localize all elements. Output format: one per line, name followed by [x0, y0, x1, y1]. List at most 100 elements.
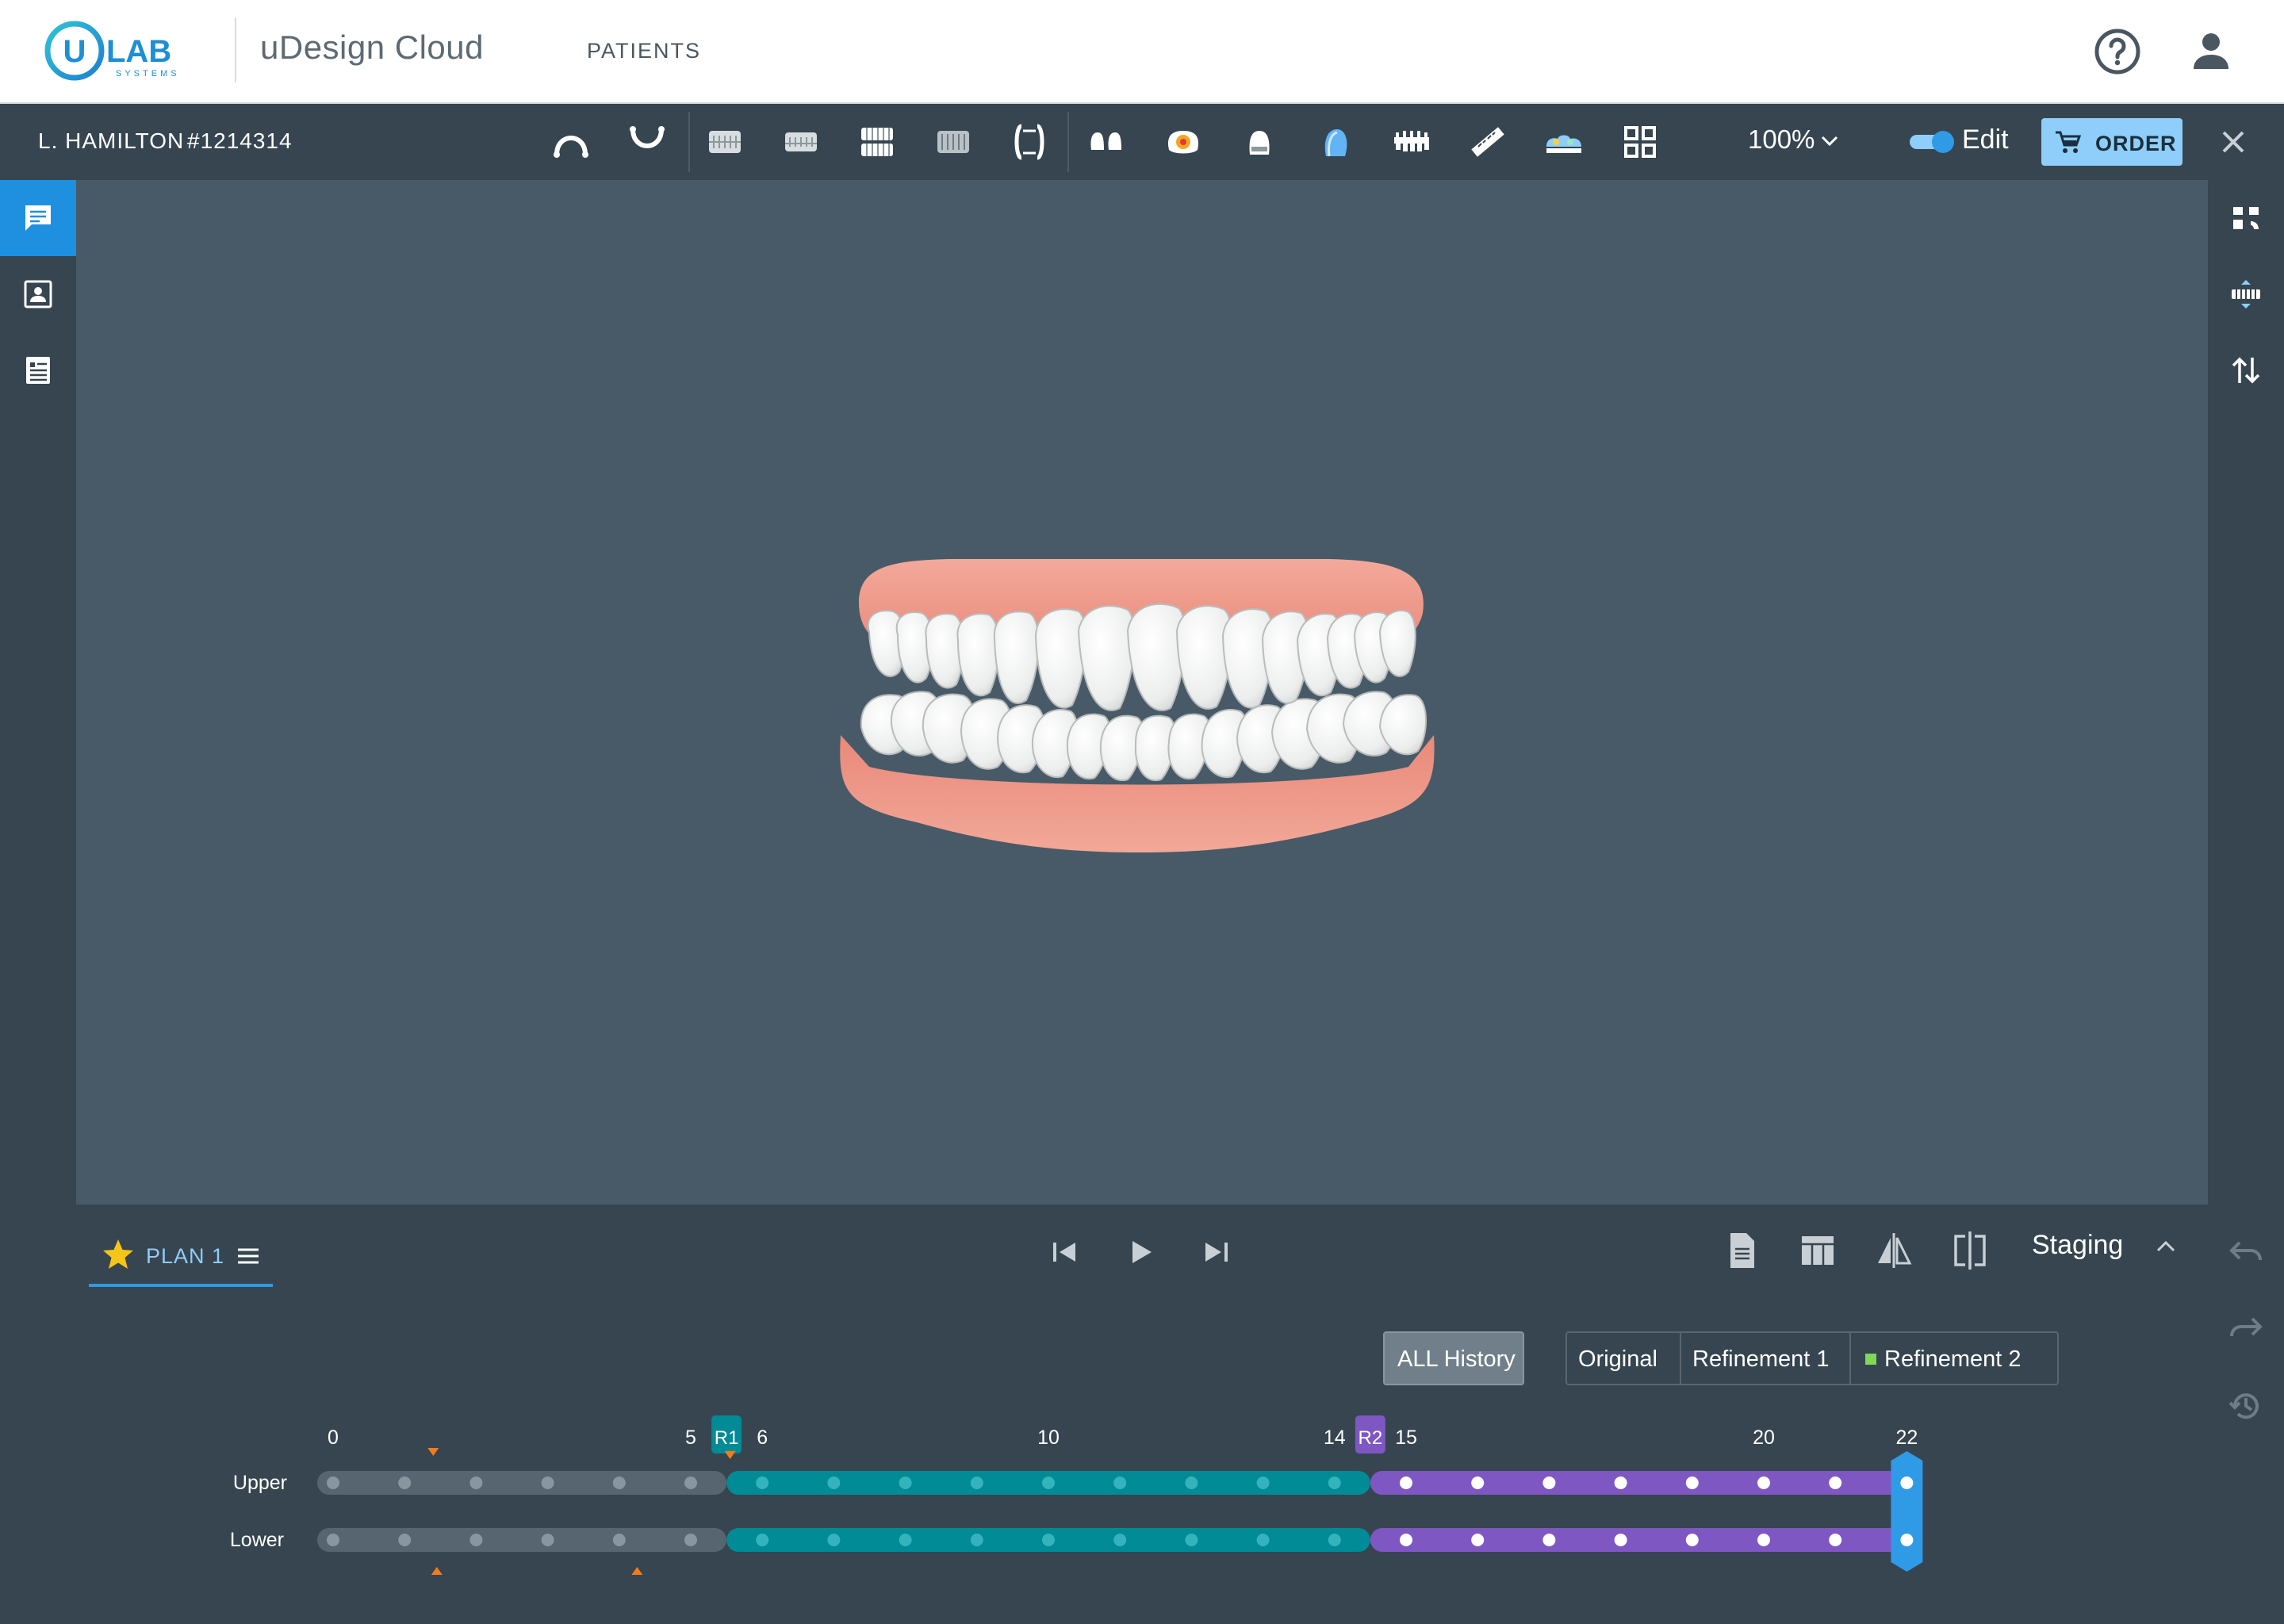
stage-dot[interactable]	[1185, 1477, 1198, 1489]
arch-layout-icon	[2233, 207, 2259, 229]
zoom-dropdown[interactable]: 100%	[1748, 124, 1815, 155]
stage-dot[interactable]	[899, 1477, 912, 1489]
stage-dot[interactable]	[1328, 1477, 1341, 1489]
aligner-icon[interactable]	[1389, 120, 1434, 164]
stage-dot[interactable]	[756, 1534, 769, 1546]
stage-dot[interactable]	[469, 1534, 483, 1546]
stage-dot[interactable]	[327, 1477, 339, 1489]
stage-dot[interactable]	[612, 1534, 626, 1546]
stage-dot[interactable]	[1113, 1477, 1127, 1489]
patient-toolbar: L. HAMILTON #1214314 100% Edit ORDER	[0, 104, 2284, 180]
sort-button[interactable]	[2208, 332, 2284, 408]
collision-map-icon[interactable]	[1161, 120, 1205, 164]
track-upper[interactable]	[317, 1471, 1923, 1495]
stage-dot[interactable]	[1042, 1477, 1055, 1489]
stage-dot[interactable]	[1829, 1477, 1842, 1489]
close-icon[interactable]	[2214, 123, 2252, 161]
chat-icon	[25, 205, 51, 231]
timeline-tick-label: 15	[1395, 1427, 1417, 1449]
stage-dot[interactable]	[1757, 1477, 1770, 1489]
arch-layout-button[interactable]	[2208, 180, 2284, 256]
stage-dot[interactable]	[1471, 1477, 1485, 1489]
redo-icon[interactable]	[2228, 1312, 2263, 1347]
history-icon[interactable]	[2228, 1388, 2263, 1423]
stage-dot[interactable]	[1542, 1534, 1556, 1546]
sort-arrows-icon	[2232, 357, 2260, 384]
original-segment	[317, 1528, 727, 1552]
tooth-pair-icon[interactable]	[1085, 120, 1129, 164]
stage-dot[interactable]	[1614, 1534, 1627, 1546]
order-button-label: ORDER	[2095, 132, 2177, 155]
staging-panel: PLAN 1 Staging ALL History Original Refi…	[76, 1205, 2208, 1624]
nav-patients-link[interactable]: PATIENTS	[587, 39, 701, 63]
chevron-down-icon[interactable]	[1818, 129, 1841, 153]
single-tooth-icon[interactable]	[1237, 120, 1282, 164]
sidebar-item-records[interactable]	[0, 332, 76, 408]
upper-arch-icon[interactable]	[549, 120, 593, 164]
stage-dot[interactable]	[827, 1477, 841, 1489]
grid-view-icon[interactable]	[1618, 120, 1662, 164]
stage-dot[interactable]	[970, 1477, 983, 1489]
stage-dot[interactable]	[970, 1534, 983, 1546]
stage-dot[interactable]	[827, 1534, 841, 1546]
user-account-icon[interactable]	[2186, 26, 2236, 77]
stage-dot[interactable]	[1471, 1534, 1485, 1546]
lower-teeth-view-icon[interactable]	[931, 120, 975, 164]
bite-adjust-button[interactable]	[2208, 256, 2284, 332]
ulab-logo[interactable]: U LAB SYSTEMS	[44, 21, 203, 81]
refinement-marker-label: R1	[715, 1427, 739, 1449]
order-button[interactable]: ORDER	[2041, 118, 2182, 166]
stage-dot[interactable]	[1829, 1534, 1842, 1546]
patient-id: #1214314	[187, 128, 293, 153]
refinement-marker-r2[interactable]: R2	[1355, 1415, 1385, 1454]
patient-card-icon	[24, 280, 52, 308]
teeth-model[interactable]	[758, 553, 1519, 878]
refinement-marker-r1[interactable]: R1	[711, 1415, 742, 1454]
stage-dot[interactable]	[1542, 1477, 1556, 1489]
stage-dot[interactable]	[684, 1534, 697, 1546]
stage-dot[interactable]	[398, 1477, 412, 1489]
stage-dot[interactable]	[1185, 1534, 1198, 1546]
track-lower[interactable]	[317, 1528, 1923, 1552]
crown-icon[interactable]	[1313, 120, 1358, 164]
stage-dot[interactable]	[327, 1534, 339, 1546]
ruler-icon[interactable]	[1466, 120, 1510, 164]
stage-dot[interactable]	[1328, 1534, 1341, 1546]
superimpose-icon[interactable]	[1542, 120, 1586, 164]
stage-dot[interactable]	[541, 1534, 554, 1546]
timeline-tick-label: 0	[328, 1427, 339, 1449]
both-arches-icon[interactable]	[855, 120, 899, 164]
current-stage-indicator[interactable]	[1891, 1451, 1923, 1572]
stage-dot[interactable]	[1757, 1534, 1770, 1546]
stage-dot[interactable]	[1614, 1477, 1627, 1489]
help-icon[interactable]	[2092, 26, 2143, 77]
stage-dot[interactable]	[1685, 1534, 1699, 1546]
stage-dot[interactable]	[899, 1534, 912, 1546]
stage-dot[interactable]	[1256, 1477, 1270, 1489]
stage-dot[interactable]	[1042, 1534, 1055, 1546]
stage-dot[interactable]	[541, 1477, 554, 1489]
undo-icon[interactable]	[2228, 1236, 2263, 1271]
stage-dot[interactable]	[1113, 1534, 1127, 1546]
bite-view-icon[interactable]	[779, 120, 823, 164]
sidebar-item-chat[interactable]	[0, 180, 76, 256]
3d-viewport[interactable]	[76, 180, 2208, 1205]
occlusal-view-icon[interactable]	[1007, 120, 1052, 164]
stage-dot[interactable]	[612, 1477, 626, 1489]
stage-dot[interactable]	[1685, 1477, 1699, 1489]
staging-timeline[interactable]: Upper Lower 0 5 6 10 14 15 20 22 R1 R2	[76, 1205, 2208, 1624]
edit-toggle[interactable]	[1910, 131, 1956, 153]
stage-dot[interactable]	[469, 1477, 483, 1489]
stage-dot[interactable]	[756, 1477, 769, 1489]
stage-dot[interactable]	[684, 1477, 697, 1489]
front-view-icon[interactable]	[703, 120, 747, 164]
timeline-tick-label: 14	[1324, 1427, 1346, 1449]
stage-dot[interactable]	[1400, 1477, 1412, 1489]
stage-dot[interactable]	[398, 1534, 412, 1546]
original-segment	[317, 1471, 727, 1495]
lower-arch-icon[interactable]	[625, 120, 669, 164]
stage-dot[interactable]	[1256, 1534, 1270, 1546]
timeline-tick-label: 20	[1753, 1427, 1775, 1449]
sidebar-item-patient[interactable]	[0, 256, 76, 332]
stage-dot[interactable]	[1400, 1534, 1412, 1546]
